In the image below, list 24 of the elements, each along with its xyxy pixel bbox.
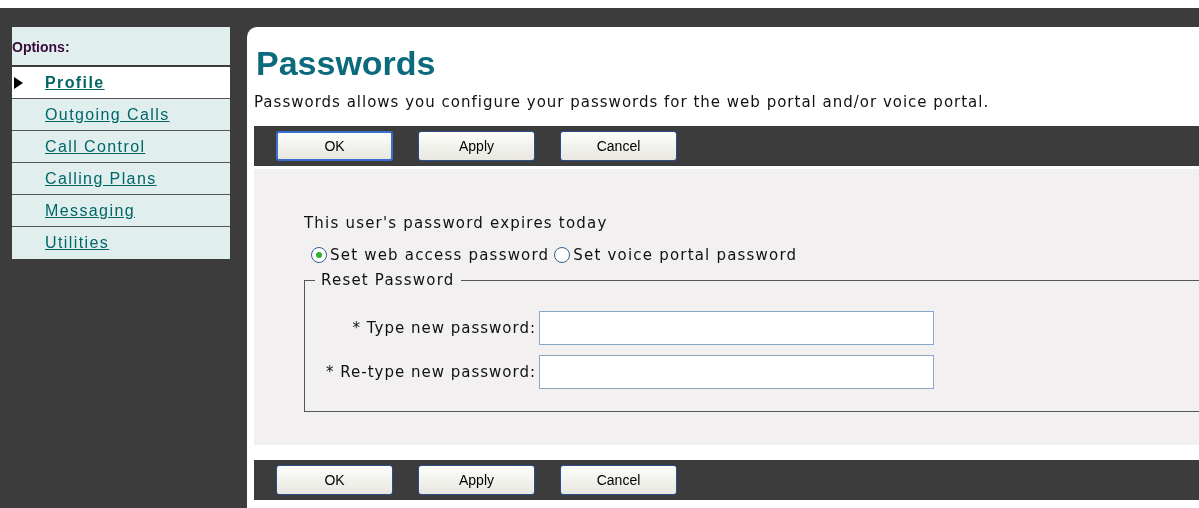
radio-option[interactable]: Set web access password: [311, 246, 550, 264]
action-button[interactable]: Apply: [418, 465, 535, 495]
action-button[interactable]: Cancel: [560, 465, 677, 495]
sidebar-link[interactable]: Profile: [45, 73, 105, 92]
password-field[interactable]: [539, 311, 934, 345]
radio-button[interactable]: [554, 247, 571, 263]
notice-text: This user's password expires today: [304, 214, 609, 232]
arrow-icon: [14, 77, 23, 89]
action-button[interactable]: OK: [276, 465, 393, 495]
sidebar-link[interactable]: Utilities: [45, 234, 110, 252]
sidebar-link[interactable]: Messaging: [45, 201, 135, 220]
action-button[interactable]: Cancel: [560, 131, 677, 161]
action-button[interactable]: Apply: [418, 131, 535, 161]
radio-button[interactable]: [311, 247, 327, 263]
field-label: * Type new password:: [351, 319, 537, 337]
password-field[interactable]: [539, 355, 934, 389]
sidebar-link[interactable]: Calling Plans: [45, 169, 157, 188]
sidebar-link[interactable]: Outgoing Calls: [45, 105, 170, 124]
page-description: Passwords allows you configure your passwords for the web portal and/or voice portal.: [254, 93, 991, 111]
radio-option[interactable]: Set voice portal password: [554, 246, 798, 264]
action-button[interactable]: OK: [276, 131, 393, 161]
field-label: * Re-type new password:: [325, 363, 537, 381]
sidebar-link[interactable]: Call Control: [45, 137, 146, 156]
page-title: Passwords: [256, 45, 437, 81]
